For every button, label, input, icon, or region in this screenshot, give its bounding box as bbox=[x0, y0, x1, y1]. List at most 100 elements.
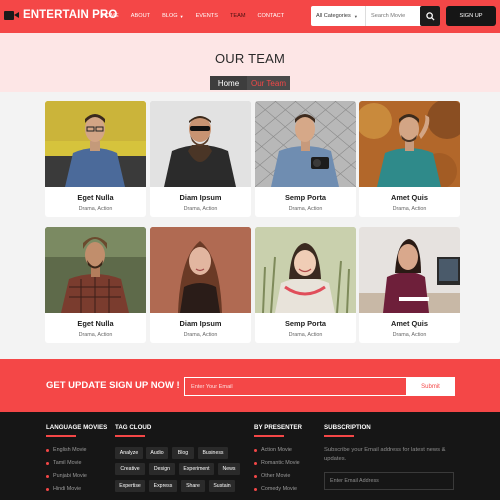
breadcrumb-current: Our Team bbox=[247, 76, 290, 90]
member-role: Drama, Action bbox=[78, 332, 113, 338]
nav-blog-label: BLOG bbox=[162, 13, 178, 19]
brand-logo[interactable]: ENTERTAIN PRO bbox=[4, 9, 117, 21]
footer-divider bbox=[324, 435, 354, 437]
breadcrumb-home[interactable]: Home bbox=[210, 76, 247, 90]
newsletter-email-input[interactable] bbox=[184, 377, 406, 396]
footer-tags-title: TAG CLOUD bbox=[115, 424, 152, 431]
footer-link-language[interactable]: Punjabi Movie bbox=[46, 473, 87, 479]
tag-chip[interactable]: Audio bbox=[146, 447, 168, 459]
tag-chip[interactable]: Analyze bbox=[115, 447, 143, 459]
team-card[interactable]: Eget Nulla Drama, Action bbox=[45, 101, 146, 217]
tag-chip[interactable]: Blog bbox=[172, 447, 194, 459]
main-menu: HOME ABOUT BLOG ▼ EVENTS TEAM CONTACT bbox=[102, 13, 296, 19]
team-card[interactable]: Amet Quis Drama, Action bbox=[359, 101, 460, 217]
category-select-value: All Categories bbox=[316, 13, 351, 19]
footer-link-label: Romantic Movie bbox=[261, 460, 300, 466]
search-icon bbox=[425, 11, 435, 21]
nav-about[interactable]: ABOUT bbox=[131, 13, 150, 19]
footer-link-label: Tamil Movie bbox=[53, 460, 82, 466]
footer-link-label: Hindi Movie bbox=[53, 486, 82, 492]
team-card[interactable]: Amet Quis Drama, Action bbox=[359, 227, 460, 343]
footer-link-label: Punjabi Movie bbox=[53, 473, 87, 479]
member-role: Drama, Action bbox=[392, 332, 427, 338]
footer-link-language[interactable]: English Movie bbox=[46, 447, 87, 453]
search-input[interactable] bbox=[366, 6, 420, 26]
team-card[interactable]: Diam Ipsum Drama, Action bbox=[150, 227, 251, 343]
member-photo bbox=[150, 227, 251, 313]
footer-link-presenter[interactable]: Romantic Movie bbox=[254, 460, 300, 466]
tag-chip[interactable]: Design bbox=[149, 463, 175, 475]
footer-link-label: English Movie bbox=[53, 447, 87, 453]
footer-link-presenter[interactable]: Other Movie bbox=[254, 473, 290, 479]
team-card[interactable]: Semp Porta Drama, Action bbox=[255, 227, 356, 343]
chevron-down-icon: ▼ bbox=[353, 13, 358, 19]
member-photo bbox=[45, 101, 146, 187]
bullet-icon bbox=[46, 448, 49, 452]
tag-chip[interactable]: News bbox=[218, 463, 240, 475]
bullet-icon bbox=[254, 487, 257, 491]
newsletter-submit-button[interactable]: Submit bbox=[406, 377, 455, 396]
nav-home[interactable]: HOME bbox=[102, 13, 119, 19]
member-name: Amet Quis bbox=[391, 319, 428, 328]
footer-language-title: LANGUAGE MOVIES bbox=[46, 424, 108, 431]
footer-presenter-title: BY PRESENTER bbox=[254, 424, 303, 431]
team-card[interactable]: Semp Porta Drama, Action bbox=[255, 101, 356, 217]
footer-link-label: Comedy Movie bbox=[261, 486, 297, 492]
breadcrumb: Home Our Team bbox=[210, 76, 290, 90]
signup-button[interactable]: SIGN UP bbox=[446, 6, 496, 26]
nav-events[interactable]: EVENTS bbox=[196, 13, 218, 19]
member-name: Diam Ipsum bbox=[179, 319, 222, 328]
member-photo bbox=[359, 101, 460, 187]
member-role: Drama, Action bbox=[183, 332, 218, 338]
footer-subscription-title: SUBSCRIPTION bbox=[324, 424, 371, 431]
member-photo bbox=[255, 101, 356, 187]
tag-chip[interactable]: Expertise bbox=[115, 480, 145, 492]
footer-divider bbox=[46, 435, 76, 437]
bullet-icon bbox=[254, 474, 257, 478]
member-name: Semp Porta bbox=[284, 319, 327, 328]
subscription-email-input[interactable] bbox=[324, 472, 454, 490]
bullet-icon bbox=[46, 461, 49, 465]
tag-chip[interactable]: Business bbox=[198, 447, 228, 459]
category-select[interactable]: All Categories ▼ bbox=[311, 6, 366, 26]
member-photo bbox=[45, 227, 146, 313]
footer-link-language[interactable]: Hindi Movie bbox=[46, 486, 81, 492]
footer-link-presenter[interactable]: Comedy Movie bbox=[254, 486, 297, 492]
member-name: Eget Nulla bbox=[77, 193, 114, 202]
video-camera-icon bbox=[4, 10, 20, 21]
footer-divider bbox=[254, 435, 284, 437]
member-photo bbox=[359, 227, 460, 313]
footer-link-presenter[interactable]: Action Movie bbox=[254, 447, 292, 453]
footer-divider bbox=[115, 435, 145, 437]
bullet-icon bbox=[254, 461, 257, 465]
tag-chip[interactable]: Sustain bbox=[209, 480, 235, 492]
tag-chip[interactable]: Experiment bbox=[179, 463, 214, 475]
bullet-icon bbox=[46, 487, 49, 491]
search-bar: All Categories ▼ bbox=[311, 6, 440, 26]
subscription-description: Subscribe your Email address for latest … bbox=[324, 447, 446, 462]
tag-chip[interactable]: Share bbox=[181, 480, 205, 492]
member-photo bbox=[255, 227, 356, 313]
bullet-icon bbox=[254, 448, 257, 452]
footer-link-label: Other Movie bbox=[261, 473, 291, 479]
nav-team[interactable]: TEAM bbox=[230, 13, 246, 19]
member-photo bbox=[150, 101, 251, 187]
footer-link-language[interactable]: Tamil Movie bbox=[46, 460, 81, 466]
top-navbar: ENTERTAIN PRO HOME ABOUT BLOG ▼ EVENTS TE… bbox=[0, 0, 500, 33]
search-button[interactable] bbox=[420, 6, 440, 26]
bullet-icon bbox=[46, 474, 49, 478]
member-role: Drama, Action bbox=[183, 206, 218, 212]
member-role: Drama, Action bbox=[392, 206, 427, 212]
nav-contact[interactable]: CONTACT bbox=[258, 13, 285, 19]
newsletter-title: GET UPDATE SIGN UP NOW ! bbox=[46, 380, 180, 391]
page-title: OUR TEAM bbox=[215, 51, 285, 66]
tag-chip[interactable]: Creative bbox=[115, 463, 145, 475]
footer-link-label: Action Movie bbox=[261, 447, 292, 453]
team-card[interactable]: Eget Nulla Drama, Action bbox=[45, 227, 146, 343]
member-name: Diam Ipsum bbox=[179, 193, 222, 202]
tag-chip[interactable]: Express bbox=[149, 480, 177, 492]
team-card[interactable]: Diam Ipsum Drama, Action bbox=[150, 101, 251, 217]
member-role: Drama, Action bbox=[288, 206, 323, 212]
member-name: Eget Nulla bbox=[77, 319, 114, 328]
nav-blog[interactable]: BLOG ▼ bbox=[162, 13, 184, 19]
